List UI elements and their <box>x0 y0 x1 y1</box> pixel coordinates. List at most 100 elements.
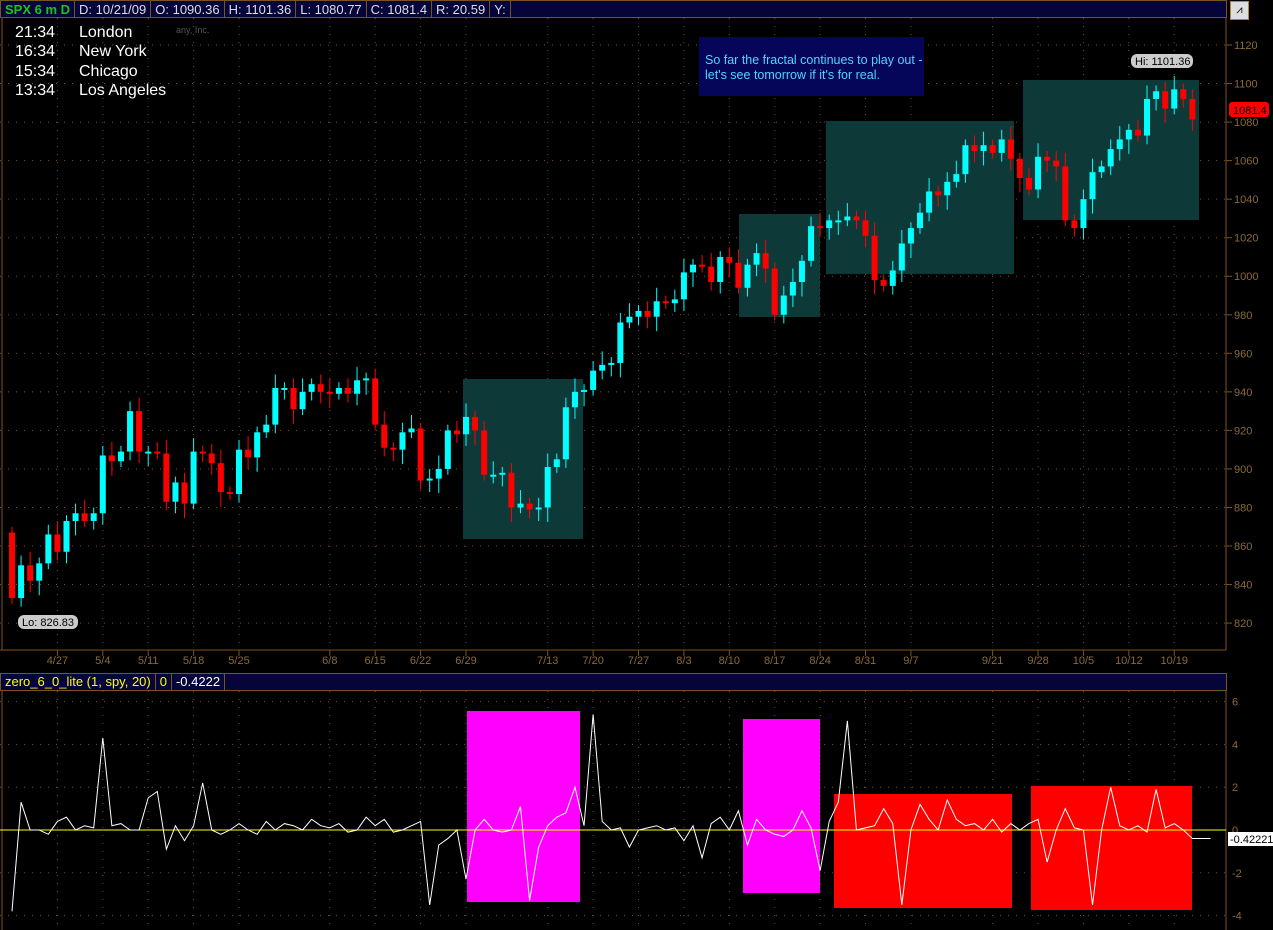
x-tick-label: 7/27 <box>628 655 649 667</box>
candle <box>199 451 206 454</box>
candle <box>726 256 733 263</box>
candle <box>762 253 769 269</box>
candle <box>562 407 569 460</box>
candle <box>680 272 687 300</box>
candle <box>317 384 324 392</box>
indicator-box <box>834 794 1012 908</box>
candle <box>644 310 651 317</box>
indicator-value: -0.4222 <box>172 674 226 690</box>
x-tick-label: 7/20 <box>582 655 603 667</box>
candle <box>917 212 923 229</box>
candle <box>72 513 79 521</box>
candle <box>1044 156 1051 161</box>
candle <box>1053 160 1060 167</box>
candle <box>835 220 842 223</box>
candle <box>1025 177 1032 190</box>
candle <box>45 534 52 564</box>
clock-row: 15:34 Chicago <box>15 62 166 81</box>
y-tick-label: 960 <box>1234 348 1252 360</box>
candle <box>299 391 306 410</box>
annotation-note[interactable]: So far the fractal continues to play out… <box>699 37 924 96</box>
candle <box>898 243 905 271</box>
candle <box>853 216 860 221</box>
lo-label: Lo: 826.83 <box>22 617 74 629</box>
y-tick-label: 2 <box>1232 782 1238 794</box>
clock-time: 13:34 <box>15 81 56 99</box>
clock-city: New York <box>79 43 147 61</box>
x-tick-label: 5/18 <box>183 655 204 667</box>
candle <box>154 451 161 454</box>
x-tick-label: 5/4 <box>95 655 110 667</box>
candle <box>1116 139 1123 150</box>
y-tick-label: 920 <box>1234 425 1252 437</box>
x-tick-label: 7/13 <box>537 655 558 667</box>
candle <box>136 411 143 452</box>
candle <box>717 256 724 283</box>
candle <box>708 266 715 283</box>
clock-city: Los Angeles <box>79 81 167 99</box>
x-tick-label: 10/19 <box>1160 655 1188 667</box>
candle <box>163 453 170 502</box>
x-tick-label: 8/17 <box>764 655 785 667</box>
candle <box>108 455 115 462</box>
candle <box>245 449 252 458</box>
x-tick-label: 8/10 <box>719 655 740 667</box>
candle <box>653 301 660 317</box>
candle <box>635 310 642 317</box>
x-tick-label: 8/24 <box>809 655 830 667</box>
y-tick-label: 6 <box>1232 697 1238 709</box>
candle <box>435 468 442 479</box>
x-tick-label: 9/21 <box>982 655 1003 667</box>
y-tick-label: 940 <box>1234 387 1252 399</box>
candle <box>662 301 669 304</box>
y-tick-label: 1020 <box>1234 233 1258 245</box>
x-tick-label: 9/28 <box>1027 655 1048 667</box>
candle <box>1153 91 1160 99</box>
candle <box>599 364 606 371</box>
x-tick-label: 10/12 <box>1115 655 1143 667</box>
candle <box>272 388 279 425</box>
candle <box>1144 98 1150 136</box>
candle <box>508 472 515 508</box>
x-tick-label: 5/25 <box>228 655 249 667</box>
y-tick-label: 880 <box>1234 502 1252 514</box>
x-tick-label: 5/11 <box>138 655 159 667</box>
candle <box>354 380 361 394</box>
candle <box>989 145 996 153</box>
y-tick-label: 1120 <box>1234 40 1258 52</box>
candle <box>1162 91 1169 109</box>
x-tick-label: 8/3 <box>676 655 691 667</box>
candle <box>798 260 805 283</box>
candle <box>926 191 933 213</box>
candle <box>36 563 43 581</box>
candle <box>771 268 778 315</box>
x-tick-label: 8/31 <box>855 655 876 667</box>
indicator-box <box>1031 786 1192 910</box>
candle <box>381 424 388 448</box>
indicator-header: zero_6_0_lite (1, spy, 20) 0 -0.4222 <box>0 673 1227 691</box>
x-tick-label: 10/5 <box>1073 655 1094 667</box>
candle <box>671 299 678 304</box>
candle <box>463 416 469 435</box>
indicator-name[interactable]: zero_6_0_lite (1, spy, 20) <box>1 674 156 690</box>
candle <box>499 472 506 475</box>
candle <box>1007 139 1014 159</box>
watermark: any, Inc. <box>176 25 210 35</box>
chart-canvas[interactable]: 820 840 860 880 900 920 940 960 980 1000 1020 1040 1… <box>0 0 1273 930</box>
candle <box>1180 89 1187 99</box>
fractal-box <box>826 121 1014 274</box>
candle <box>63 520 70 552</box>
candle <box>390 447 397 450</box>
y-tick-label: 840 <box>1234 580 1252 592</box>
clock-city: London <box>79 24 133 41</box>
indicator-zero: 0 <box>156 674 172 690</box>
y-tick-label: 860 <box>1234 541 1252 553</box>
y-tick-label: -4 <box>1232 911 1242 923</box>
candle <box>553 459 560 468</box>
candle <box>571 391 578 408</box>
last-price-label: 1081.4 <box>1233 105 1267 117</box>
candle <box>962 145 969 175</box>
candle <box>472 416 479 431</box>
candle <box>81 513 88 521</box>
candle <box>27 565 34 581</box>
